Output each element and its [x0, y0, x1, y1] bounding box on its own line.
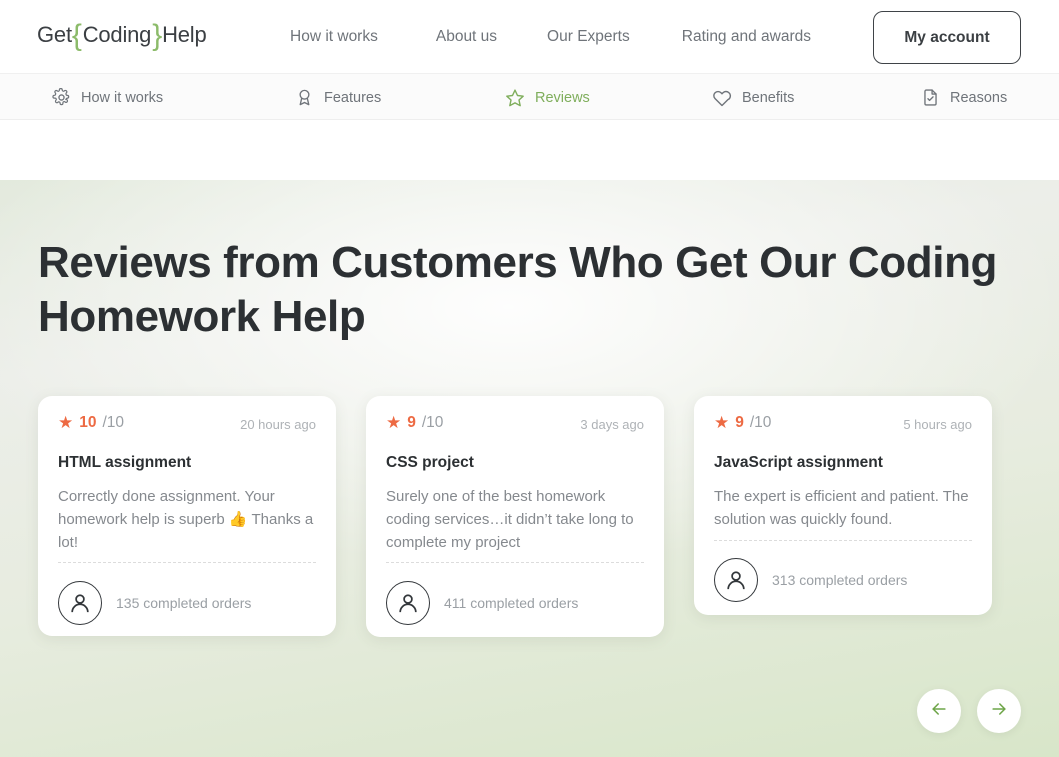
subnav-label-how-it-works: How it works: [81, 89, 164, 106]
review-completed-orders: 135 completed orders: [116, 595, 252, 611]
review-rating: ★ 9 /10: [386, 414, 443, 432]
thumbs-up-emoji: 👍: [228, 511, 248, 528]
site-logo[interactable]: Get { Coding } Help: [37, 21, 207, 51]
subnav-item-benefits[interactable]: Benefits: [712, 74, 794, 121]
logo-text-get: Get: [37, 22, 72, 47]
subnav-item-features[interactable]: Features: [295, 74, 381, 121]
review-title: HTML assignment: [58, 454, 192, 471]
page-root: Get { Coding } Help How it works About u…: [0, 0, 1059, 757]
carousel-next-button[interactable]: [977, 689, 1021, 733]
review-card-header: ★ 10 /10 20 hours ago: [58, 414, 316, 436]
gear-icon: [52, 88, 71, 107]
carousel-controls: [917, 689, 1021, 733]
carousel-prev-button[interactable]: [917, 689, 961, 733]
subnav-label-benefits: Benefits: [742, 89, 795, 106]
review-footer: 135 completed orders: [58, 581, 251, 625]
arrow-right-icon: [989, 699, 1009, 724]
review-rating: ★ 9 /10: [714, 414, 771, 432]
review-score: 10: [79, 414, 97, 431]
review-divider: [714, 540, 972, 541]
subnav-item-how-it-works[interactable]: How it works: [52, 74, 163, 121]
star-filled-icon: ★: [386, 412, 402, 432]
subnav-label-reviews: Reviews: [535, 89, 590, 106]
review-score-max: /10: [421, 414, 444, 431]
site-header: Get { Coding } Help How it works About u…: [0, 0, 1059, 73]
review-timestamp: 20 hours ago: [240, 417, 316, 432]
review-body: The expert is efficient and patient. The…: [714, 488, 969, 528]
review-divider: [386, 562, 644, 563]
review-title: JavaScript assignment: [714, 454, 883, 471]
review-body: Correctly done assignment. Your homework…: [58, 485, 316, 554]
review-timestamp: 5 hours ago: [903, 417, 972, 432]
review-body: Surely one of the best homework coding s…: [386, 488, 634, 551]
review-card[interactable]: ★ 9 /10 5 hours ago JavaScript assignmen…: [694, 396, 992, 615]
review-card[interactable]: ★ 10 /10 20 hours ago HTML assignment Co…: [38, 396, 336, 636]
review-score: 9: [407, 414, 416, 431]
reviews-hero-section: Reviews from Customers Who Get Our Codin…: [0, 180, 1059, 757]
review-divider: [58, 562, 316, 563]
review-footer: 411 completed orders: [386, 581, 578, 625]
my-account-button[interactable]: My account: [873, 11, 1021, 64]
nav-our-experts[interactable]: Our Experts: [547, 28, 630, 46]
star-outline-icon: [505, 88, 525, 108]
nav-rating-and-awards[interactable]: Rating and awards: [682, 28, 811, 46]
review-card-header: ★ 9 /10 5 hours ago: [714, 414, 972, 436]
logo-text-help: Help: [162, 22, 207, 47]
review-footer: 313 completed orders: [714, 558, 907, 602]
heart-icon: [712, 88, 732, 108]
arrow-left-icon: [929, 699, 949, 724]
page-title: Reviews from Customers Who Get Our Codin…: [38, 238, 998, 341]
award-ribbon-icon: [295, 88, 314, 107]
review-score-max: /10: [102, 414, 125, 431]
primary-navigation: How it works About us Our Experts Rating…: [290, 0, 811, 73]
subnav-item-reasons[interactable]: Reasons: [921, 74, 1007, 121]
avatar: [714, 558, 758, 602]
review-rating: ★ 10 /10: [58, 414, 124, 432]
review-score-max: /10: [749, 414, 772, 431]
star-filled-icon: ★: [58, 412, 74, 432]
review-card-header: ★ 9 /10 3 days ago: [386, 414, 644, 436]
subnav-label-features: Features: [324, 89, 382, 106]
review-completed-orders: 313 completed orders: [772, 572, 908, 588]
review-card[interactable]: ★ 9 /10 3 days ago CSS project Surely on…: [366, 396, 664, 637]
nav-about-us[interactable]: About us: [436, 28, 497, 46]
review-score: 9: [735, 414, 744, 431]
avatar: [58, 581, 102, 625]
star-filled-icon: ★: [714, 412, 730, 432]
subnav-item-reviews[interactable]: Reviews: [505, 74, 590, 121]
avatar: [386, 581, 430, 625]
document-check-icon: [921, 88, 940, 107]
review-timestamp: 3 days ago: [580, 417, 644, 432]
nav-how-it-works[interactable]: How it works: [290, 28, 378, 46]
review-title: CSS project: [386, 454, 474, 471]
section-navigation: How it works Features Reviews Benefits R…: [0, 73, 1059, 120]
logo-text-coding: Coding: [82, 22, 152, 47]
review-completed-orders: 411 completed orders: [444, 595, 579, 611]
subnav-label-reasons: Reasons: [950, 89, 1008, 106]
